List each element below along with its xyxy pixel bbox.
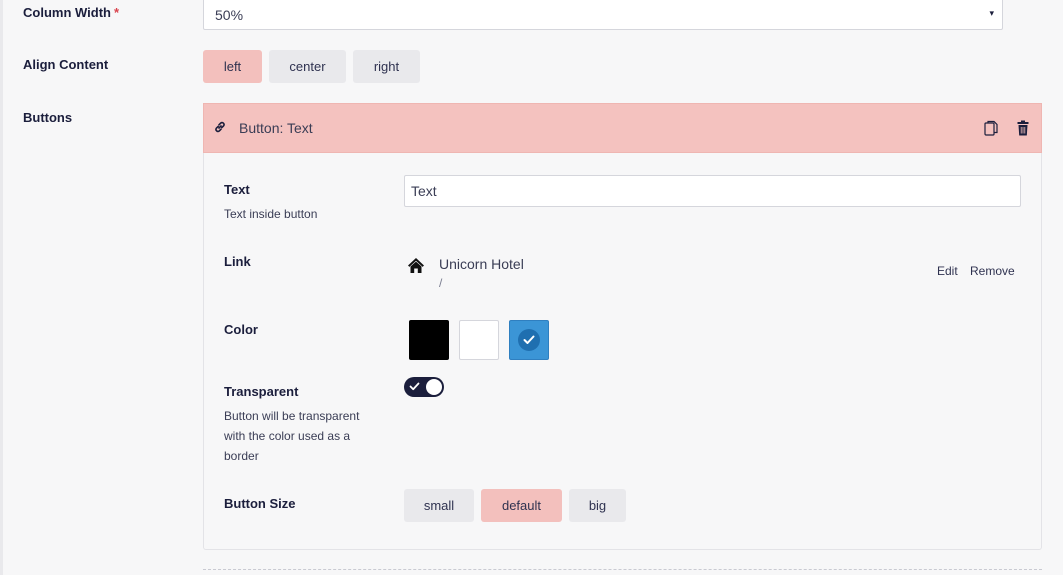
panel-edge — [0, 0, 3, 575]
link-icon — [215, 121, 225, 133]
text-field-help: Text inside button — [224, 207, 318, 221]
transparent-help-line-1: Button will be transparent — [224, 409, 360, 423]
transparent-help-line-3: border — [224, 449, 259, 463]
button-block-header[interactable]: Button: Text — [203, 103, 1042, 153]
required-mark: * — [113, 5, 120, 20]
chevron-down-icon: ▾ — [989, 8, 994, 18]
check-icon — [518, 329, 540, 351]
transparent-toggle[interactable] — [404, 377, 444, 397]
transparent-field-label: Transparent — [224, 384, 299, 399]
button-text-input[interactable] — [404, 175, 1021, 207]
size-default-button[interactable]: default — [481, 489, 562, 522]
buttons-label: Buttons — [23, 110, 73, 125]
color-field-label: Color — [224, 322, 258, 337]
edit-link-button[interactable]: Edit — [937, 264, 958, 278]
toggle-knob — [426, 379, 442, 395]
home-icon — [408, 258, 424, 273]
color-swatch-blue[interactable] — [509, 320, 549, 360]
transparent-help-line-2: with the color used as a — [224, 429, 351, 443]
link-page-path: / — [439, 276, 443, 290]
link-page-title: Unicorn Hotel — [439, 256, 524, 272]
button-size-label: Button Size — [224, 496, 296, 511]
align-right-button[interactable]: right — [353, 50, 420, 83]
check-icon — [409, 382, 420, 391]
size-small-button[interactable]: small — [404, 489, 474, 522]
text-field-label: Text — [224, 182, 250, 197]
duplicate-icon[interactable] — [984, 120, 998, 136]
color-swatch-white[interactable] — [459, 320, 499, 360]
color-swatch-black[interactable] — [409, 320, 449, 360]
column-width-value: 50% — [215, 7, 244, 23]
align-content-label: Align Content — [23, 57, 109, 72]
button-block-title: Button: Text — [239, 120, 313, 136]
align-left-button[interactable]: left — [203, 50, 262, 83]
link-field-label: Link — [224, 254, 251, 269]
column-width-select[interactable]: 50% ▾ — [203, 0, 1003, 30]
add-block-dropzone[interactable] — [203, 569, 1042, 575]
column-width-label: Column Width * — [23, 5, 120, 20]
remove-link-button[interactable]: Remove — [970, 264, 1015, 278]
align-center-button[interactable]: center — [269, 50, 346, 83]
trash-icon[interactable] — [1017, 120, 1029, 136]
size-big-button[interactable]: big — [569, 489, 626, 522]
